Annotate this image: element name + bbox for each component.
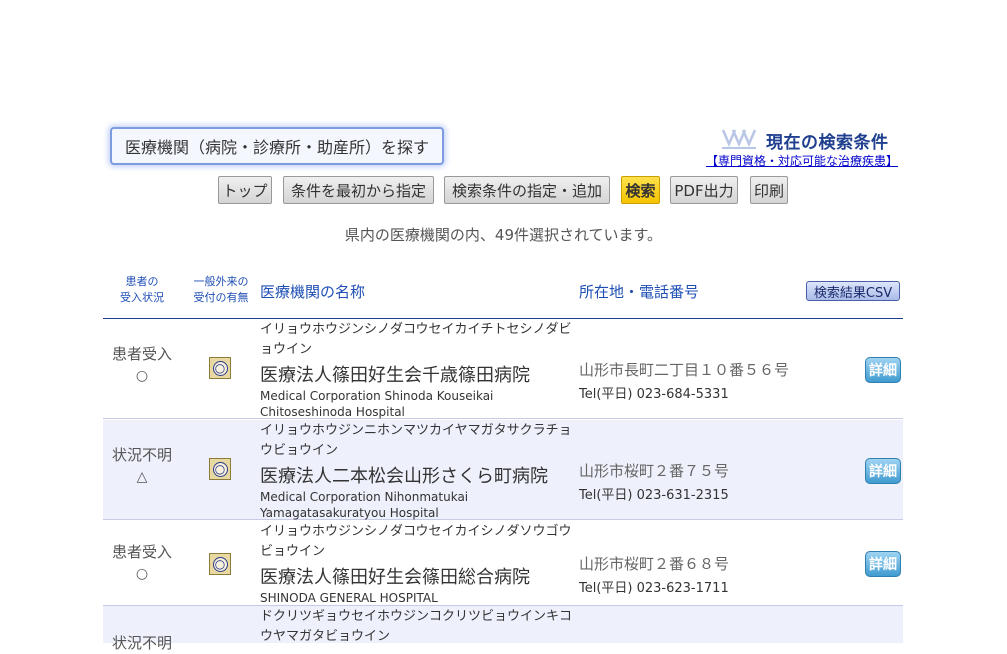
facility-kana: イリョウホウジンシノダコウセイカイチトセシノダビョウイン: [260, 322, 572, 357]
top-button[interactable]: トップ: [218, 176, 272, 204]
acceptance-status: 患者受入 ○: [103, 343, 181, 387]
detail-button[interactable]: 詳細: [865, 357, 901, 383]
down-arrows-icon: [721, 129, 757, 149]
header-address-phone: 所在地・電話番号: [579, 283, 700, 301]
facility-phone: Tel(平日) 023-684-5331: [579, 387, 729, 402]
facility-phone: Tel(平日) 023-623-1711: [579, 581, 729, 596]
acceptance-status: 状況不明: [103, 632, 181, 654]
outpatient-available-icon: ○: [209, 458, 231, 480]
acceptance-status-label: 患者受入: [111, 543, 172, 561]
header-outpatient: 一般外来の 受付の有無: [193, 275, 249, 304]
facility-address: 山形市長町二丁目１０番５６号: [579, 361, 790, 379]
facility-phone: Tel(平日) 023-631-2315: [579, 488, 729, 503]
reset-conditions-button[interactable]: 条件を最初から指定: [283, 176, 434, 204]
toolbar: トップ 条件を最初から指定 検索条件の指定・追加 検索 PDF出力 印刷: [0, 176, 1007, 206]
acceptance-status-label: 状況不明: [111, 446, 172, 464]
facility-english-name: Medical Corporation Nihonmatukai Yamagat…: [260, 490, 469, 520]
table-row: 患者受入 ○ ○ イリョウホウジンシノダコウセイカイチトセシノダビョウイン 医療…: [103, 319, 903, 419]
table-row: 状況不明 △ ○ イリョウホウジンニホンマツカイヤマガタサクラチョウビョウイン …: [103, 420, 903, 520]
outpatient-available-icon: ○: [209, 357, 231, 379]
facility-name: 医療法人篠田好生会千歳篠田病院: [260, 365, 530, 386]
detail-button[interactable]: 詳細: [865, 551, 901, 577]
conditions-link[interactable]: 【専門資格・対応可能な治療疾患】: [706, 152, 898, 169]
print-button[interactable]: 印刷: [750, 176, 788, 204]
table-row: 患者受入 ○ ○ イリョウホウジンシノダコウセイカイシノダソウゴウビョウイン 医…: [103, 521, 903, 606]
acceptance-status-mark: ○: [135, 566, 149, 582]
acceptance-status-mark: △: [136, 469, 148, 485]
acceptance-status-label: 患者受入: [111, 345, 172, 363]
facility-kana: イリョウホウジンニホンマツカイヤマガタサクラチョウビョウイン: [260, 423, 572, 458]
header-facility-name: 医療機関の名称: [260, 283, 366, 301]
result-count-message: 県内の医療機関の内、49件選択されています。: [344, 226, 663, 244]
facility-address: 山形市桜町２番６８号: [579, 555, 730, 573]
csv-export-button[interactable]: 検索結果CSV: [806, 281, 900, 301]
outpatient-available-icon: ○: [209, 553, 231, 575]
facility-english-name: SHINODA GENERAL HOSPITAL: [260, 591, 438, 605]
current-conditions-title: 現在の検索条件: [766, 133, 889, 153]
table-row: 状況不明 ドクリツギョウセイホウジンコクリツビョウインキコウヤマガタビョウイン: [103, 606, 903, 652]
facility-address: 山形市桜町２番７５号: [579, 462, 730, 480]
edit-conditions-button[interactable]: 検索条件の指定・追加: [444, 176, 610, 204]
current-conditions: 現在の検索条件 【専門資格・対応可能な治療疾患】: [700, 128, 900, 172]
header-acceptance-status: 患者の 受入状況: [120, 275, 164, 304]
search-category-title: 医療機関（病院・診療所・助産所）を探す: [110, 127, 444, 165]
facility-kana: ドクリツギョウセイホウジンコクリツビョウインキコウヤマガタビョウイン: [260, 609, 573, 644]
acceptance-status-mark: ○: [135, 368, 149, 384]
facility-name: 医療法人篠田好生会篠田総合病院: [260, 567, 530, 588]
pdf-output-button[interactable]: PDF出力: [670, 176, 738, 204]
acceptance-status-label: 状況不明: [111, 634, 172, 652]
acceptance-status: 患者受入 ○: [103, 541, 181, 585]
facility-name: 医療法人二本松会山形さくら町病院: [260, 466, 548, 487]
search-button[interactable]: 検索: [621, 176, 660, 204]
facility-kana: イリョウホウジンシノダコウセイカイシノダソウゴウビョウイン: [260, 524, 572, 559]
facility-english-name: Medical Corporation Shinoda Kouseikai Ch…: [260, 389, 494, 419]
detail-button[interactable]: 詳細: [865, 458, 901, 484]
acceptance-status: 状況不明 △: [103, 444, 181, 488]
